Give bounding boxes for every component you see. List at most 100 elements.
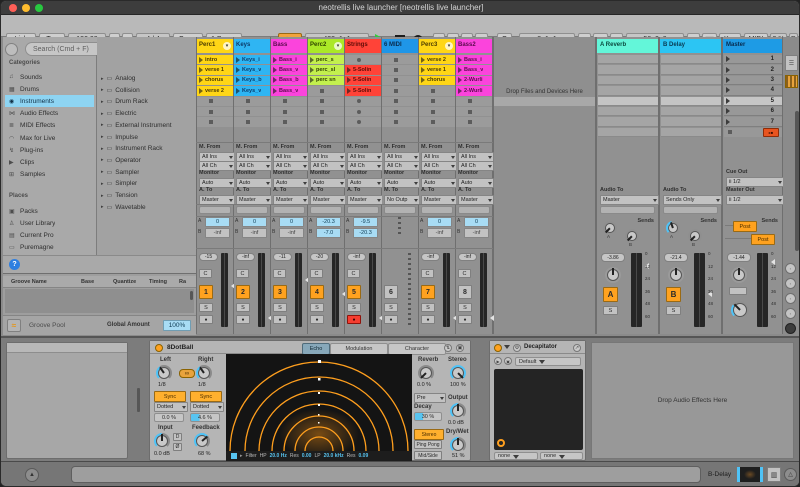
left-offset-value[interactable]: 0.0 % [154, 413, 184, 422]
input-gain-value[interactable]: 0.0 dB [154, 451, 170, 457]
track-activator[interactable]: 7 [421, 285, 435, 299]
arm-button[interactable]: ● [384, 315, 398, 324]
scene-play-icon[interactable] [726, 98, 730, 104]
preset-save-icon[interactable]: ▣ [504, 357, 512, 365]
clip-slot[interactable]: Bass_i [456, 55, 492, 64]
clip-stop-square[interactable] [320, 110, 324, 114]
plugin-on-toggle[interactable] [494, 344, 502, 352]
clip-stop-slot[interactable] [271, 97, 307, 106]
preset-selector[interactable]: Default [515, 357, 581, 366]
clip-play-icon[interactable] [310, 67, 314, 73]
clip-stop-slot[interactable] [345, 117, 381, 126]
track-activator[interactable]: 6 [384, 285, 398, 299]
send-b-value[interactable]: -inf [205, 228, 230, 238]
left-time-value[interactable]: 1/8 [158, 382, 166, 388]
expand-arrow-icon[interactable]: ▸ [101, 181, 104, 187]
filter-lp-val[interactable]: 20.0 kHz [324, 453, 344, 459]
clip-stop-square[interactable] [283, 99, 287, 103]
track-header[interactable]: Bass2 [456, 39, 492, 53]
clip-play-icon[interactable] [199, 88, 203, 94]
sidebar-place-user-library[interactable]: ♙User Library [5, 217, 94, 229]
sidebar-item-midi-effects[interactable]: ≣MIDI Effects [5, 120, 94, 132]
return-pan-knob[interactable] [605, 267, 621, 283]
right-sync-toggle[interactable]: Sync [190, 391, 222, 402]
clip-stop-square[interactable] [394, 89, 398, 93]
ping-pong-button[interactable]: Ping Pong [414, 440, 442, 449]
stereo-width-value[interactable]: 100 % [450, 382, 466, 388]
clip-play-icon[interactable] [347, 88, 351, 94]
clip-slot[interactable]: perc_s [308, 55, 344, 64]
clip-stop-square[interactable] [320, 99, 324, 103]
sidebar-item-sounds[interactable]: ♫Sounds [5, 71, 94, 83]
clip-play-icon[interactable] [421, 57, 425, 63]
track-volume-value[interactable]: -inf [236, 253, 255, 261]
clip-play-icon[interactable] [273, 88, 277, 94]
clip-stop-square[interactable] [431, 89, 435, 93]
device-splitter-handle[interactable] [137, 388, 140, 412]
solo-button[interactable]: S [421, 303, 435, 312]
clip-stop-slot[interactable] [382, 107, 418, 116]
return-clip-slot[interactable] [661, 107, 721, 116]
drop-audio-effects-zone[interactable]: Drop Audio Effects Here [591, 342, 794, 459]
expand-arrow-icon[interactable]: ▸ [101, 157, 104, 163]
scene-row[interactable]: 3 [724, 76, 782, 85]
send-b-knob[interactable] [688, 229, 702, 243]
send-a-post-toggle[interactable]: Post [733, 221, 757, 232]
track-header[interactable]: Perc1▾ [197, 39, 233, 53]
scene-scroll-icon[interactable]: ☰ [785, 55, 798, 71]
expand-arrow-icon[interactable]: ▸ [101, 146, 104, 152]
track-fold-button[interactable]: ▾ [334, 42, 342, 50]
clip-stop-slot[interactable] [382, 117, 418, 126]
expand-arrow-icon[interactable]: ▸ [101, 134, 104, 140]
send-b-knob[interactable] [625, 229, 639, 243]
scene-row[interactable]: 1 [724, 55, 782, 64]
clip-slot[interactable]: perc_sl [308, 65, 344, 74]
scene-play-icon[interactable] [726, 119, 730, 125]
clip-stop-slot[interactable] [419, 107, 455, 116]
clip-stop-square[interactable] [468, 99, 472, 103]
clip-play-icon[interactable] [199, 57, 203, 63]
send-b-value[interactable]: -inf [427, 228, 452, 238]
clip-stop-circle[interactable] [357, 99, 361, 103]
groove-column-base[interactable]: Base [81, 279, 94, 285]
clip-play-icon[interactable] [458, 77, 462, 83]
expand-arrow-icon[interactable]: ▸ [101, 193, 104, 199]
clip-play-icon[interactable] [273, 67, 277, 73]
browser-item-analog[interactable]: ▸▭Analog [97, 73, 196, 84]
track-activator[interactable]: 1 [199, 285, 213, 299]
browser-item-operator[interactable]: ▸▭Operator [97, 155, 196, 166]
browser-item-tension[interactable]: ▸▭Tension [97, 190, 196, 201]
clip-stop-slot[interactable] [234, 117, 270, 126]
return-volume-value[interactable]: -21.4 [664, 253, 688, 262]
send-a-value[interactable]: 0 [242, 217, 267, 227]
clip-stop-square[interactable] [320, 89, 324, 93]
clip-slot[interactable]: Keys_b [234, 76, 270, 85]
clip-play-icon[interactable] [347, 77, 351, 83]
clip-stop-slot[interactable] [419, 117, 455, 126]
clip-stop-square[interactable] [431, 120, 435, 124]
track-header[interactable]: Keys [234, 39, 270, 53]
scene-row[interactable]: 7 [724, 117, 782, 126]
hot-swap-icon[interactable]: ⇅ [444, 344, 452, 352]
clip-stop-slot[interactable] [308, 107, 344, 116]
io-section-toggle[interactable]: ▫ [785, 263, 796, 274]
stereo-link-toggle[interactable]: ∞ [179, 369, 195, 378]
track-volume-value[interactable]: -15 [199, 253, 218, 261]
arm-button[interactable]: ● [273, 315, 287, 324]
stereo-width-knob[interactable] [450, 365, 466, 381]
browser-item-simpler[interactable]: ▸▭Simpler [97, 178, 196, 189]
filter-res1-val[interactable]: 0.00 [302, 453, 312, 459]
scene-row[interactable]: 6 [724, 107, 782, 116]
plugin-unfold-icon[interactable] [504, 345, 510, 352]
pan-knob[interactable]: C [458, 269, 471, 278]
browser-item-electric[interactable]: ▸▭Electric [97, 108, 196, 119]
plugin-edit-icon[interactable]: ⚙ [513, 344, 521, 352]
track-volume-value[interactable]: -inf [458, 253, 477, 261]
sidebar-place-current-pro[interactable]: ▤Current Pro [5, 229, 94, 241]
clip-slot[interactable]: 5-Solin [345, 76, 381, 85]
returns-section-toggle[interactable]: ▫ [785, 293, 796, 304]
left-sync-mode[interactable]: Dotted [154, 402, 188, 412]
sidebar-item-plug-ins[interactable]: ↯Plug-ins [5, 144, 94, 156]
expand-arrow-icon[interactable]: ▸ [101, 204, 104, 210]
echo-title-bar[interactable]: 8DotBall EchoModulationCharacter ⇅ ▣ [150, 341, 470, 354]
